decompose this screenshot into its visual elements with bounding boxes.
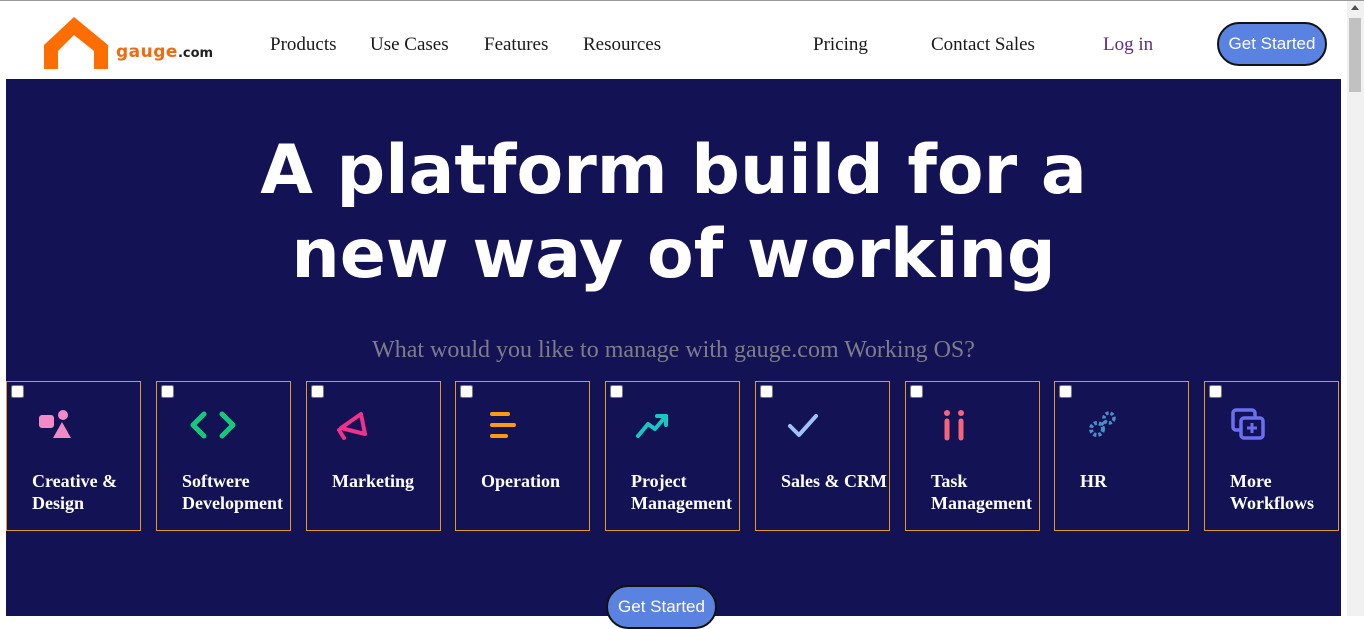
scrollbar-thumb[interactable] bbox=[1349, 18, 1361, 92]
workflow-card-hr[interactable]: HR bbox=[1054, 381, 1189, 531]
workflow-label: Creative & Design bbox=[32, 471, 118, 513]
hero-section: A platform build for a new way of workin… bbox=[6, 79, 1341, 629]
hero-title-line2: new way of working bbox=[291, 215, 1056, 294]
workflow-card-creative-design[interactable]: Creative & Design bbox=[6, 381, 141, 531]
workflow-checkbox[interactable] bbox=[610, 385, 623, 398]
workflow-label: Marketing bbox=[332, 471, 414, 491]
add-window-icon bbox=[1231, 408, 1265, 440]
nav-features[interactable]: Features bbox=[484, 34, 548, 56]
vertical-scrollbar[interactable] bbox=[1347, 1, 1364, 616]
nav-contact-sales[interactable]: Contact Sales bbox=[931, 34, 1035, 56]
shapes-icon bbox=[39, 410, 71, 438]
lines-icon bbox=[490, 412, 516, 438]
house-logo-icon bbox=[44, 17, 108, 69]
workflow-label: Softwere Development bbox=[182, 471, 283, 513]
workflow-checkbox[interactable] bbox=[311, 385, 324, 398]
hero-title-line1: A platform build for a bbox=[260, 131, 1087, 210]
nav-login[interactable]: Log in bbox=[1103, 34, 1153, 56]
hero-title: A platform build for a new way of workin… bbox=[6, 129, 1341, 297]
workflow-card-task-management[interactable]: Task Management bbox=[905, 381, 1040, 531]
workflow-checkbox[interactable] bbox=[11, 385, 24, 398]
brand-wordmark: gauge bbox=[116, 42, 178, 62]
workflow-card-sales-crm[interactable]: Sales & CRM bbox=[755, 381, 890, 531]
workflow-card-marketing[interactable]: Marketing bbox=[306, 381, 441, 531]
megaphone-icon bbox=[337, 412, 367, 440]
hero-get-started-button[interactable]: Get Started bbox=[606, 585, 717, 629]
brand-tld: .com bbox=[177, 46, 214, 61]
nav-products[interactable]: Products bbox=[270, 34, 337, 56]
workflow-label: Operation bbox=[481, 471, 560, 491]
workflow-card-more-workflows[interactable]: More Workflows bbox=[1204, 381, 1339, 531]
workflow-card-software-development[interactable]: Softwere Development bbox=[156, 381, 291, 531]
nav-pricing[interactable]: Pricing bbox=[813, 34, 868, 56]
nav-resources[interactable]: Resources bbox=[583, 34, 661, 56]
workflow-checkbox[interactable] bbox=[760, 385, 773, 398]
workflow-checkbox[interactable] bbox=[1209, 385, 1222, 398]
hero-subtitle: What would you like to manage with gauge… bbox=[372, 337, 975, 363]
brand-name: gauge.com bbox=[116, 42, 213, 62]
task-icon bbox=[944, 410, 964, 441]
workflow-card-project-management[interactable]: Project Management bbox=[605, 381, 740, 531]
code-icon bbox=[190, 411, 236, 439]
nav-use-cases[interactable]: Use Cases bbox=[370, 34, 449, 56]
workflow-label: Task Management bbox=[931, 471, 1032, 513]
gears-icon bbox=[1089, 411, 1116, 437]
workflow-card-operation[interactable]: Operation bbox=[455, 381, 590, 531]
workflow-label: HR bbox=[1080, 471, 1107, 491]
check-icon bbox=[788, 414, 818, 437]
trend-icon bbox=[636, 414, 668, 438]
header-get-started-button[interactable]: Get Started bbox=[1217, 22, 1327, 66]
workflow-label: More Workflows bbox=[1230, 471, 1315, 513]
workflow-checkbox[interactable] bbox=[161, 385, 174, 398]
workflow-checkbox[interactable] bbox=[910, 385, 923, 398]
workflow-checkbox[interactable] bbox=[460, 385, 473, 398]
scroll-up-icon[interactable] bbox=[1351, 5, 1359, 10]
brand-logo[interactable]: gauge.com bbox=[42, 15, 222, 71]
workflow-label: Sales & CRM bbox=[781, 471, 887, 491]
site-header: gauge.com Products Use Cases Features Re… bbox=[0, 1, 1347, 79]
workflow-label: Project Management bbox=[631, 471, 732, 513]
workflow-checkbox[interactable] bbox=[1059, 385, 1072, 398]
